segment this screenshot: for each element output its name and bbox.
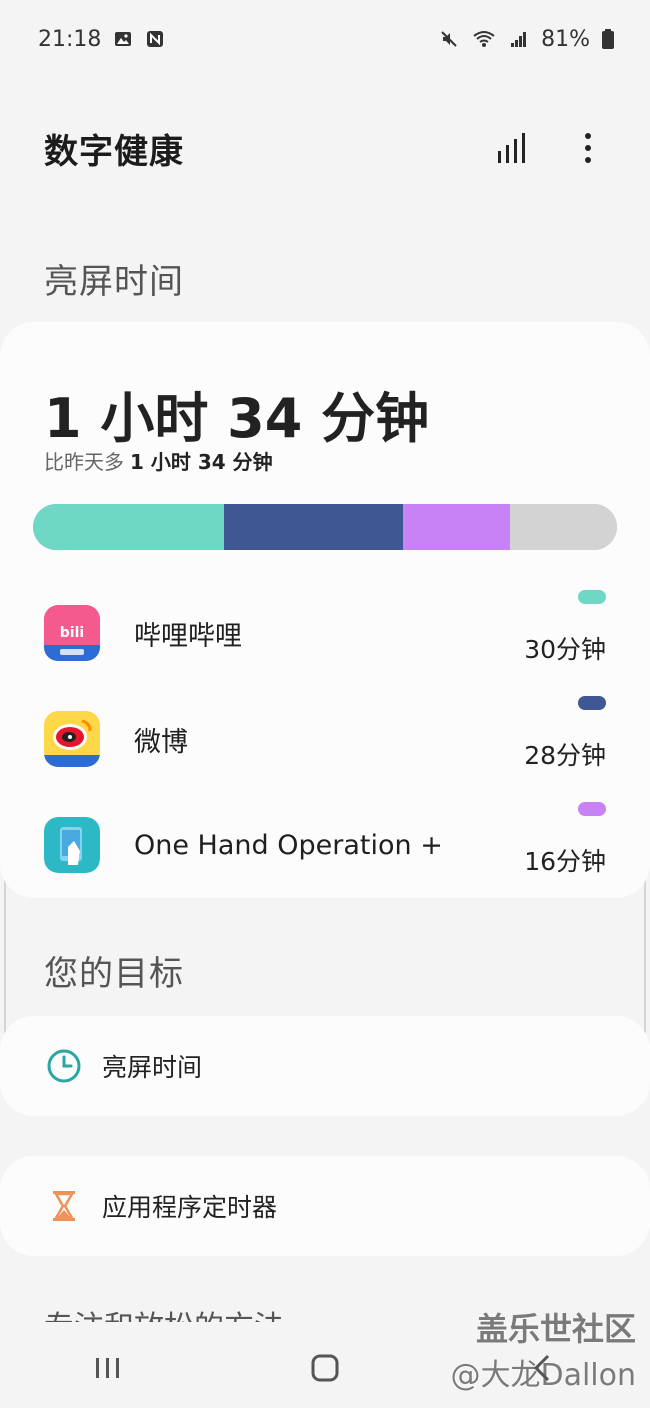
recent-apps-button[interactable] [78, 1343, 138, 1393]
more-vertical-icon [585, 133, 591, 163]
usage-segment-bilibili [33, 504, 224, 550]
compare-prefix: 比昨天多 [44, 450, 124, 474]
app-time: 28分钟 [524, 741, 606, 770]
next-section-title-partial: 专注和放松的方法 [44, 1302, 284, 1322]
bar-chart-icon [498, 133, 525, 163]
app-row-one-hand-operation[interactable]: One Hand Operation + 16分钟 [0, 792, 650, 898]
goal-label: 亮屏时间 [102, 1053, 203, 1082]
status-bar: 21:18 81% [0, 0, 650, 78]
home-button[interactable] [295, 1343, 355, 1393]
app-color-dot [578, 696, 606, 710]
battery-icon [602, 29, 614, 49]
goal-label: 应用程序定时器 [102, 1193, 278, 1222]
bilibili-icon: bili [44, 605, 100, 661]
home-icon [311, 1354, 339, 1382]
status-left: 21:18 [38, 27, 165, 52]
compare-value: 1 小时 34 分钟 [130, 450, 273, 474]
usage-bar [33, 504, 617, 550]
goals-section-title: 您的目标 [44, 954, 184, 994]
navigation-bar [0, 1328, 650, 1408]
one-hand-operation-icon [44, 817, 100, 873]
usage-segment-one-hand [403, 504, 510, 550]
app-time: 30分钟 [524, 635, 606, 664]
goal-screen-time[interactable]: 亮屏时间 [0, 1016, 650, 1116]
status-time: 21:18 [38, 26, 102, 52]
back-button[interactable] [512, 1343, 572, 1393]
app-row-bilibili[interactable]: bili 哔哩哔哩 30分钟 [0, 580, 650, 686]
weibo-icon [44, 711, 100, 767]
status-right: 81% [439, 27, 614, 52]
svg-text:bili: bili [60, 625, 84, 641]
goal-app-timer[interactable]: 应用程序定时器 [0, 1156, 650, 1256]
reports-button[interactable] [494, 128, 530, 168]
usage-segment-other [509, 504, 617, 550]
battery-percent: 81% [541, 26, 590, 52]
usage-segment-weibo [223, 504, 404, 550]
gallery-notification-icon [115, 32, 132, 46]
hourglass-icon [53, 1191, 75, 1221]
clock-icon [47, 1049, 81, 1083]
app-name: One Hand Operation + [134, 829, 443, 861]
screen-time-card[interactable]: 1 小时 34 分钟 比昨天多 1 小时 34 分钟 bili 哔哩哔哩 30分钟 [0, 322, 650, 898]
page-title: 数字健康 [44, 131, 184, 172]
recent-apps-icon [96, 1358, 120, 1378]
header-actions [494, 128, 606, 168]
screen-time-section-title: 亮屏时间 [44, 262, 184, 302]
compare-yesterday: 比昨天多 1 小时 34 分钟 [44, 446, 273, 475]
app-color-dot [578, 590, 606, 604]
wifi-icon [473, 31, 495, 47]
app-name: 哔哩哔哩 [134, 620, 242, 652]
app-color-dot [578, 802, 606, 816]
app-name: 微博 [134, 726, 188, 758]
more-options-button[interactable] [570, 128, 606, 168]
mute-icon [441, 31, 457, 47]
signal-icon [511, 32, 527, 47]
nfc-notification-icon [147, 31, 164, 47]
total-screen-time: 1 小时 34 分钟 [44, 387, 430, 450]
app-header: 数字健康 [44, 118, 606, 178]
app-row-weibo[interactable]: 微博 28分钟 [0, 686, 650, 792]
app-time: 16分钟 [524, 847, 606, 876]
back-icon [533, 1354, 549, 1382]
